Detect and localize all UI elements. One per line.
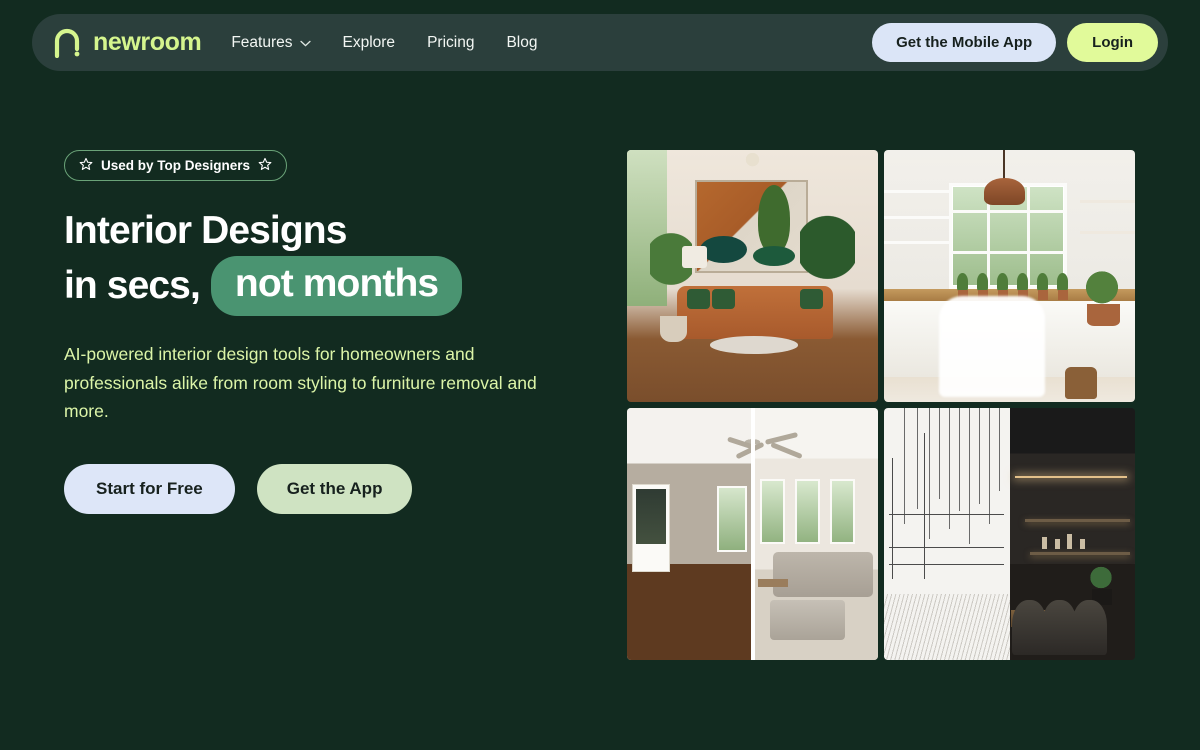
bottle-decor — [1054, 539, 1060, 550]
navbar: newroom Features Explore Pricing Blog Ge… — [32, 14, 1168, 71]
sketch-to-render-photo[interactable] — [884, 408, 1135, 660]
sketch-line-decor — [889, 513, 1005, 515]
headline-highlight: not months — [210, 256, 463, 316]
window-decor — [830, 478, 856, 545]
sketch-line-decor — [904, 408, 906, 524]
sketch-line-decor — [889, 564, 1005, 566]
potted-herb-decor — [956, 273, 969, 292]
window-mullion-decor — [949, 250, 1068, 254]
status-badge-label: Used by Top Designers — [101, 158, 251, 173]
chevron-down-icon — [299, 34, 311, 52]
sketch-line-decor — [889, 546, 1005, 548]
herb-pot-decor — [1037, 289, 1048, 300]
sketch-line-decor — [939, 408, 941, 499]
shelf-decor — [1079, 230, 1135, 234]
nav-item-explore-label: Explore — [342, 33, 396, 51]
potted-herb-decor — [976, 273, 989, 292]
potted-herb-decor — [996, 273, 1009, 292]
potted-herb-decor — [1037, 273, 1049, 292]
nav-item-blog[interactable]: Blog — [506, 34, 537, 52]
door-glass-decor — [635, 488, 666, 545]
nav-item-blog-label: Blog — [506, 33, 538, 51]
status-badge: Used by Top Designers — [64, 150, 288, 181]
dining-table-decor — [939, 296, 1045, 397]
page-title: Interior Designs in secs, not months — [64, 205, 584, 316]
window-decor — [717, 486, 748, 552]
sketch-line-decor — [916, 408, 918, 509]
start-for-free-button[interactable]: Start for Free — [64, 464, 235, 514]
before-after-divider — [750, 408, 755, 660]
shelf-decor — [1029, 551, 1130, 555]
herb-pot-decor — [1087, 303, 1120, 327]
shelf-decor — [884, 190, 950, 194]
headline-line-1: Interior Designs — [64, 209, 347, 252]
hero-content: Used by Top Designers Interior Designs i… — [64, 150, 584, 514]
kitchen-photo[interactable] — [884, 150, 1135, 402]
sketch-floor-decor — [884, 594, 1010, 660]
sketch-line-decor — [979, 408, 981, 504]
sketch-line-decor — [969, 408, 971, 545]
window-mullion-decor — [1027, 182, 1031, 289]
coffee-table-decor — [709, 336, 798, 355]
sketch-line-decor — [891, 458, 893, 580]
potted-herb-decor — [1017, 273, 1029, 292]
get-mobile-app-button[interactable]: Get the Mobile App — [872, 23, 1057, 62]
window-decor — [795, 478, 821, 545]
led-strip-decor — [1014, 476, 1128, 479]
nav-item-pricing[interactable]: Pricing — [427, 34, 474, 52]
before-after-photo[interactable] — [627, 408, 878, 660]
shelf-decor — [1079, 200, 1135, 204]
chair-decor — [1072, 599, 1108, 655]
sketch-line-decor — [949, 408, 951, 529]
sketch-line-decor — [989, 408, 991, 524]
brand-name: newroom — [93, 28, 202, 56]
navbar-actions: Get the Mobile App Login — [872, 23, 1158, 62]
sectional-sofa-decor — [772, 551, 873, 597]
art-blob-decor — [752, 245, 796, 266]
shelf-decor — [1024, 518, 1130, 522]
sketch-line-decor — [924, 433, 926, 580]
cta-row: Start for Free Get the App — [64, 464, 584, 514]
arch-logo-icon — [52, 28, 82, 58]
nav-links: Features Explore Pricing Blog — [231, 34, 537, 52]
headline-line-2-prefix: in secs, — [64, 264, 201, 308]
cushion-decor — [687, 288, 710, 309]
basket-decor — [1064, 366, 1098, 400]
nav-item-explore[interactable]: Explore — [343, 34, 396, 52]
headline-line-2: in secs, not months — [64, 256, 584, 316]
cushion-decor — [800, 288, 823, 309]
bottle-decor — [1042, 536, 1048, 550]
chandelier-decor — [727, 152, 778, 176]
sketch-line-decor — [929, 408, 931, 540]
brand-logo[interactable]: newroom — [52, 28, 202, 58]
bottle-decor — [1079, 539, 1085, 550]
nav-item-features-label: Features — [231, 33, 293, 51]
window-mullion-decor — [949, 210, 1068, 214]
shelf-decor — [884, 215, 950, 219]
sketch-line-decor — [999, 408, 1001, 492]
ottoman-decor — [770, 599, 846, 640]
star-icon — [79, 157, 93, 174]
pendant-cord-decor — [1003, 150, 1006, 181]
get-the-app-button[interactable]: Get the App — [256, 464, 413, 514]
herb-pot-decor — [1057, 289, 1068, 300]
coffee-table-decor — [757, 579, 788, 587]
sketch-line-decor — [959, 408, 961, 512]
planter-decor — [659, 316, 688, 342]
living-room-photo[interactable] — [627, 150, 878, 402]
login-button[interactable]: Login — [1067, 23, 1158, 62]
nav-item-features[interactable]: Features — [231, 33, 311, 52]
star-icon — [258, 157, 272, 174]
art-blob-decor — [757, 185, 791, 254]
nav-item-pricing-label: Pricing — [427, 33, 475, 51]
hero-subtitle: AI-powered interior design tools for hom… — [64, 343, 537, 422]
floor-lamp-decor — [682, 245, 708, 269]
cushion-decor — [712, 288, 735, 309]
bottle-decor — [1067, 534, 1073, 550]
window-decor — [760, 478, 786, 545]
shelf-decor — [884, 240, 950, 244]
potted-herb-decor — [1057, 273, 1069, 292]
hero-image-gallery — [627, 150, 1135, 660]
copper-pendant-lamp-decor — [984, 177, 1025, 206]
